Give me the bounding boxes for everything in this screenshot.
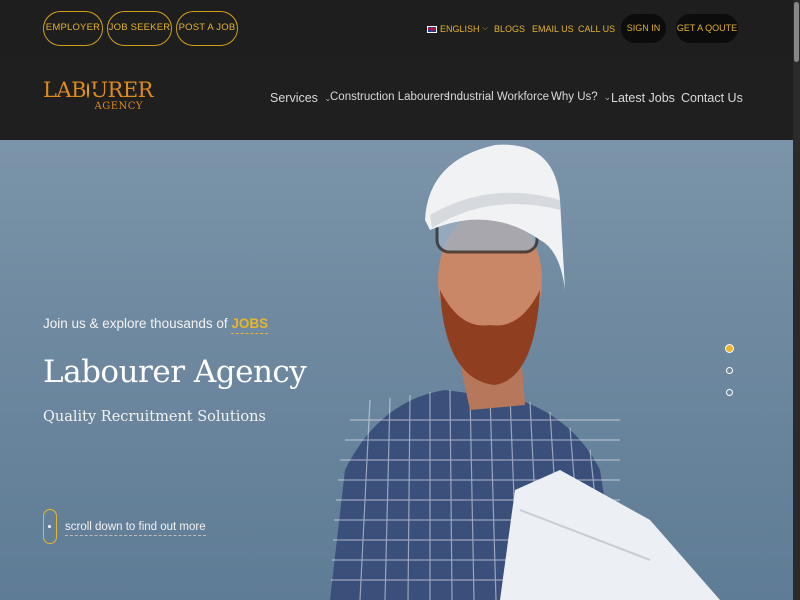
scrollbar-thumb[interactable] xyxy=(794,2,799,62)
hard-hat-icon xyxy=(87,82,101,98)
top-bar: EMPLOYER JOB SEEKER POST A JOB ENGLISH ⌵… xyxy=(0,0,793,58)
uk-flag-icon xyxy=(427,25,437,33)
nav-latest-jobs[interactable]: Latest Jobs xyxy=(611,91,675,105)
slide-dot-1[interactable] xyxy=(725,344,734,353)
nav-services-label: Services xyxy=(270,91,318,105)
tagline-text: Join us & explore thousands of xyxy=(43,316,232,331)
email-us-link[interactable]: EMAIL US xyxy=(532,24,574,34)
page-scrollbar[interactable] xyxy=(793,0,800,600)
employer-button[interactable]: EMPLOYER xyxy=(43,11,103,46)
get-a-quote-button[interactable]: GET A QOUTE xyxy=(676,14,738,43)
post-a-job-button[interactable]: POST A JOB xyxy=(176,11,238,46)
call-us-link[interactable]: CALL US xyxy=(578,24,615,34)
job-seeker-button[interactable]: JOB SEEKER xyxy=(107,11,172,46)
tagline-jobs-highlight: JOBS xyxy=(231,316,269,334)
nav-contact-us[interactable]: Contact Us xyxy=(681,91,743,105)
slide-dot-2[interactable] xyxy=(726,367,733,374)
main-navbar: LAB URER AGENCY Services ⌄ Construction L… xyxy=(0,58,793,140)
nav-why-label: Why Us? xyxy=(551,91,598,103)
nav-construction-label: Construction Labourers xyxy=(330,91,450,103)
chevron-down-icon: ⌵ xyxy=(482,25,488,32)
logo-text-left: LAB xyxy=(43,78,87,102)
nav-construction-labourers[interactable]: Construction Labourers ⌄ xyxy=(330,91,463,103)
hero-section: Join us & explore thousands of JOBS Labo… xyxy=(0,140,793,600)
hero-title: Labourer Agency xyxy=(43,354,307,390)
logo-text-right: URER xyxy=(90,78,153,102)
scroll-mouse-icon[interactable] xyxy=(43,509,57,544)
nav-services[interactable]: Services ⌄ xyxy=(270,91,331,105)
logo-subtext: AGENCY xyxy=(94,101,143,112)
nav-industrial-workforce[interactable]: Industrial Workforce ⌄ xyxy=(447,91,563,103)
hero-tagline: Join us & explore thousands of JOBS xyxy=(43,316,269,334)
sign-in-button[interactable]: SIGN IN xyxy=(621,14,666,43)
nav-contact-label: Contact Us xyxy=(681,91,743,105)
logo-wordmark: LAB URER xyxy=(43,78,153,102)
slide-dot-3[interactable] xyxy=(726,389,733,396)
language-label: ENGLISH xyxy=(440,24,480,34)
hero-subtitle: Quality Recruitment Solutions xyxy=(43,409,266,425)
logo[interactable]: LAB URER AGENCY xyxy=(43,78,153,118)
language-selector[interactable]: ENGLISH ⌵ xyxy=(427,24,488,34)
nav-industrial-label: Industrial Workforce xyxy=(447,91,550,103)
nav-why-us[interactable]: Why Us? ⌄ xyxy=(551,91,611,103)
scroll-down-link[interactable]: scroll down to find out more xyxy=(65,521,206,536)
nav-latest-label: Latest Jobs xyxy=(611,91,675,105)
blogs-link[interactable]: BLOGS xyxy=(494,24,525,34)
